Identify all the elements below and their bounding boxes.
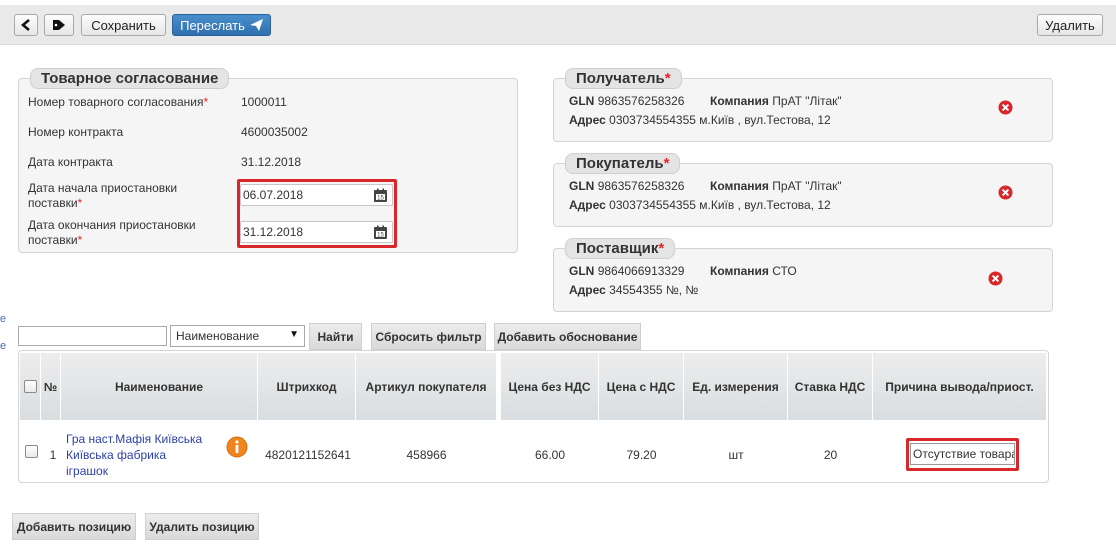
supplier-company-line: Компания СТО (710, 264, 797, 278)
contract-date-value: 31.12.2018 (241, 155, 302, 169)
column-header-buyer-article[interactable]: Артикул покупателя (356, 353, 497, 420)
dropdown-arrow-icon: ▼ (289, 329, 299, 340)
save-button[interactable]: Сохранить (81, 14, 166, 36)
remove-buyer-icon[interactable] (998, 185, 1013, 200)
find-button[interactable]: Найти (309, 323, 362, 350)
row-price-no-vat: 66.00 (534, 448, 566, 462)
delete-position-button[interactable]: Удалить позицию (145, 513, 259, 540)
remove-recipient-icon[interactable] (998, 100, 1013, 115)
row-number: 1 (49, 448, 57, 462)
buyer-company-line: Компания ПрАТ "Літак" (710, 179, 842, 193)
column-header-reason[interactable]: Причина вывода/приост. (873, 353, 1047, 420)
suspend-start-label: Дата начала приостановки поставки* (28, 181, 178, 210)
recipient-address-line: Адрес 0303734554355 м.Київ , вул.Тестова… (569, 113, 831, 127)
left-edge-text: e (0, 313, 7, 325)
agreement-number-label: Номер товарного согласования* (28, 95, 209, 109)
row-barcode: 4820121152641 (265, 448, 351, 462)
tag-icon (53, 20, 65, 30)
highlight-box (237, 179, 397, 248)
buyer-gln-line: GLN 9863576258326 (569, 179, 685, 193)
contract-date-label: Дата контракта (28, 155, 113, 169)
forward-button[interactable]: Переслать (172, 14, 271, 36)
recipient-legend: Получатель* (565, 68, 682, 89)
column-header-price-vat[interactable]: Цена с НДС (599, 353, 684, 420)
supplier-address-line: Адрес 34554355 №, № (569, 283, 699, 297)
column-header-price-no-vat[interactable]: Цена без НДС (501, 353, 599, 420)
column-header-vat-rate[interactable]: Ставка НДС (788, 353, 873, 420)
delete-button[interactable]: Удалить (1037, 14, 1103, 36)
send-icon (249, 19, 263, 31)
agreement-number-value: 1000011 (241, 95, 287, 109)
column-header-number[interactable]: № (41, 353, 61, 420)
add-position-button[interactable]: Добавить позицию (12, 513, 136, 540)
row-vat-rate: 20 (823, 448, 838, 462)
recipient-gln-line: GLN 9863576258326 (569, 94, 685, 108)
back-button[interactable] (14, 14, 38, 36)
toolbar: Сохранить Переслать Удалить (0, 5, 1116, 45)
column-header-select (20, 353, 41, 420)
tag-button[interactable] (44, 14, 74, 36)
remove-supplier-icon[interactable] (988, 271, 1003, 286)
recipient-company-line: Компания ПрАТ "Літак" (710, 94, 842, 108)
info-icon[interactable] (226, 436, 248, 458)
buyer-legend: Покупатель* (565, 153, 681, 174)
search-input[interactable] (18, 326, 167, 346)
product-name-link[interactable]: Гра наст.Мафія Київська Київська фабрика… (66, 431, 226, 479)
search-field-select[interactable]: Наименование ▼ (170, 325, 305, 347)
row-unit: шт (728, 448, 744, 462)
select-all-checkbox[interactable] (23, 380, 37, 393)
add-reason-button[interactable]: Добавить обоснование (494, 323, 641, 350)
contract-number-label: Номер контракта (28, 125, 124, 139)
reset-filter-button[interactable]: Сбросить фильтр (371, 323, 486, 350)
left-edge-text: e (0, 340, 7, 352)
column-header-barcode[interactable]: Штрихкод (258, 353, 356, 420)
supplier-gln-line: GLN 9864066913329 (569, 264, 685, 278)
row-price-vat: 79.20 (626, 448, 657, 462)
column-header-name[interactable]: Наименование (61, 353, 258, 420)
row-buyer-article: 458966 (406, 448, 447, 462)
row-checkbox[interactable] (25, 445, 38, 458)
agreement-legend: Товарное согласование (30, 68, 230, 89)
supplier-legend: Поставщик* (565, 238, 676, 259)
forward-label: Переслать (180, 17, 245, 33)
column-header-unit[interactable]: Ед. измерения (684, 353, 788, 420)
buyer-address-line: Адрес 0303734554355 м.Київ , вул.Тестова… (569, 198, 831, 212)
suspend-end-label: Дата окончания приостановки поставки* (28, 218, 196, 247)
search-field-selected: Наименование (176, 329, 260, 343)
arrow-left-icon (21, 19, 30, 31)
contract-number-value: 4600035002 (241, 125, 308, 139)
highlight-box (906, 438, 1019, 471)
